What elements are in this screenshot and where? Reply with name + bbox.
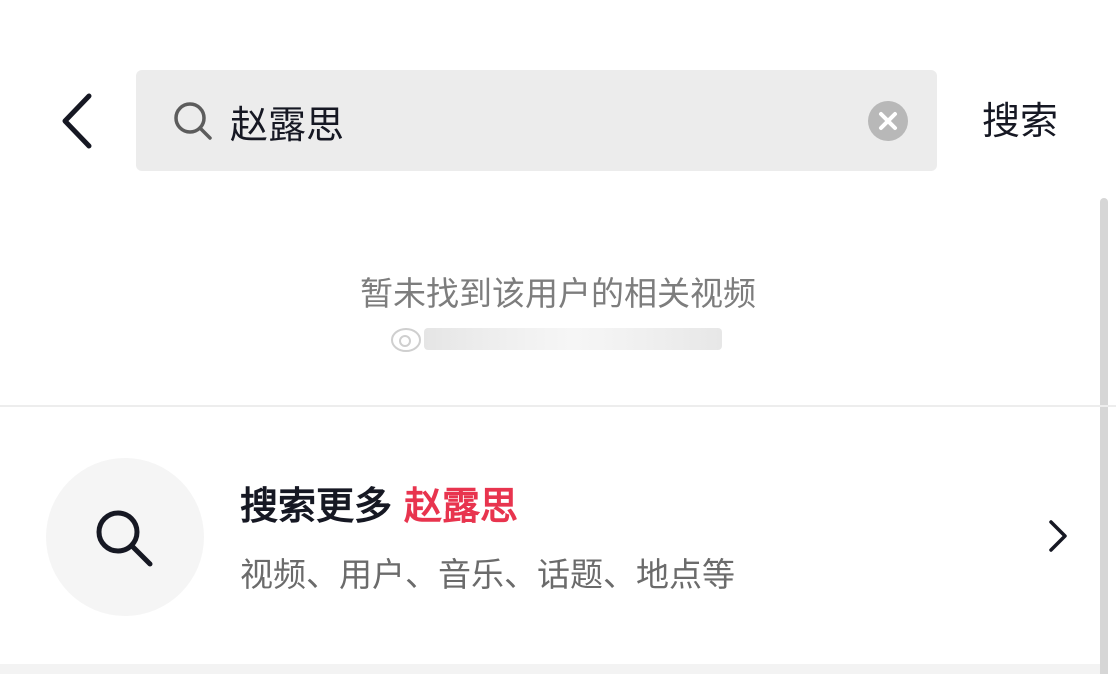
search-box[interactable] (136, 70, 937, 171)
search-input[interactable] (230, 92, 850, 150)
search-icon (174, 102, 212, 140)
section-divider (0, 405, 1116, 407)
search-more-row[interactable]: 搜索更多 赵露思 视频、用户、音乐、话题、地点等 (0, 440, 1100, 630)
watermark-logo (391, 328, 722, 352)
search-more-title: 搜索更多 赵露思 (240, 478, 518, 534)
search-more-subtitle: 视频、用户、音乐、话题、地点等 (240, 555, 735, 594)
clear-icon[interactable] (868, 101, 908, 141)
search-more-icon-container (46, 458, 204, 616)
search-more-label: 搜索更多 (240, 484, 393, 528)
empty-result-message: 暂未找到该用户的相关视频 (360, 274, 756, 313)
chevron-right-icon (1049, 520, 1067, 552)
search-more-keyword: 赵露思 (404, 484, 519, 528)
search-icon (96, 510, 153, 567)
chevron-left-icon (62, 93, 92, 149)
back-button[interactable] (48, 88, 104, 154)
bottom-separator (0, 664, 1100, 674)
search-submit-button[interactable]: 搜索 (982, 92, 1058, 150)
search-header: 搜索 (0, 0, 1116, 200)
